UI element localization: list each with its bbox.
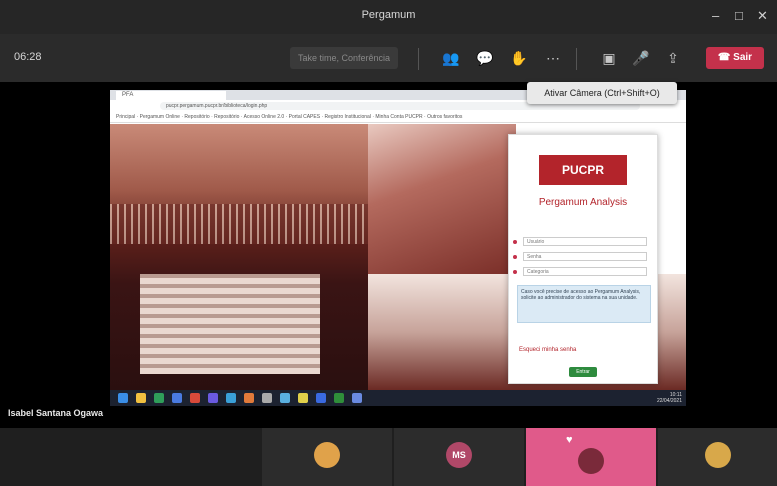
start-icon[interactable] [118,393,128,403]
bookmark-item[interactable]: Acesso Online 2.0 [244,114,285,120]
field-marker-icon [513,240,517,244]
presenter-name: Isabel Santana Ogawa [8,408,104,418]
meeting-timer: 06:28 [14,51,42,63]
campus-building [140,274,320,374]
bookmarks-bar: Principal · Pergamum Online · Repositóri… [110,112,686,123]
info-box: Caso você precise de acesso ao Pergamum … [517,285,651,323]
excel-icon[interactable] [334,393,344,403]
bookmark-item[interactable]: Portal CAPES [289,114,320,120]
reactions-icon[interactable]: ✋ [508,47,530,69]
leave-label: Sair [733,52,753,63]
login-panel: PUCPR Pergamum Analysis Usuário Senha Ca… [508,134,658,384]
close-icon[interactable]: ✕ [757,8,768,24]
taskbar-date: 22/04/2021 [656,398,682,404]
participant-tile[interactable]: MS [394,428,524,486]
password-field[interactable]: Senha [523,252,647,261]
chrome-icon[interactable] [190,393,200,403]
camera-icon[interactable]: ▣ [598,47,620,69]
enter-button[interactable]: Entrar [569,367,597,377]
app-icon[interactable] [262,393,272,403]
app-icon[interactable] [352,393,362,403]
app-icon[interactable] [172,393,182,403]
username-field[interactable]: Usuário [523,237,647,246]
more-icon[interactable]: ⋯ [542,47,564,69]
leave-button[interactable]: ☎ Sair [706,47,764,69]
meeting-toolbar: 06:28 Take time, Conferência 👥 💬 ✋ ⋯ ▣ 🎤… [0,34,777,82]
toolbar-box[interactable]: Take time, Conferência [290,47,398,69]
avatar [578,448,604,474]
city-lights [110,204,368,244]
bookmark-item[interactable]: Repositório [184,114,209,120]
app-icon[interactable] [280,393,290,403]
avatar: MS [446,442,472,468]
minimize-icon[interactable]: – [712,8,719,23]
pucpr-logo: PUCPR [539,155,627,185]
shared-browser-window: PFA pucpr.pergamum.pucpr.br/biblioteca/l… [110,90,686,390]
window-title: Pergamum [361,9,416,21]
teams-icon[interactable] [208,393,218,403]
category-select[interactable]: Categoria [523,267,647,276]
taskbar-clock: 10:11 22/04/2021 [657,392,682,404]
app-icon[interactable] [226,393,236,403]
forgot-password-link[interactable]: Esqueci minha senha [519,347,576,353]
toolbar-divider [576,48,577,70]
share-icon[interactable]: ⇪ [662,47,684,69]
app-icon[interactable] [298,393,308,403]
campus-night-photo [110,124,368,390]
participants-strip: MS ♥ [0,428,777,486]
bookmark-item[interactable]: Registro Institucional [325,114,371,120]
bookmark-item[interactable]: Principal [116,114,135,120]
maximize-icon[interactable]: □ [735,8,743,23]
word-icon[interactable] [316,393,326,403]
avatar [314,442,340,468]
app-name: Pergamum Analysis [538,197,628,208]
avatar [704,442,731,468]
participants-icon[interactable]: 👥 [440,47,462,69]
bookmark-item[interactable]: Outros favoritos [427,114,462,120]
toolbar-divider [418,48,419,70]
app-icon[interactable] [244,393,254,403]
participant-tile[interactable] [262,428,392,486]
explorer-icon[interactable] [136,393,146,403]
bookmark-item[interactable]: Pergamum Online [140,114,180,120]
browser-tab[interactable]: PFA [116,91,226,100]
bookmark-item[interactable]: Minha Conta PUCPR [375,114,422,120]
heart-icon: ♥ [566,434,573,446]
chat-icon[interactable]: 💬 [474,47,496,69]
shared-taskbar: 10:11 22/04/2021 [110,390,686,406]
participant-tile[interactable]: ♥ [526,428,656,486]
bookmark-item[interactable]: Repositório [214,114,239,120]
participant-tile[interactable] [658,428,777,486]
camera-tooltip: Ativar Câmera (Ctrl+Shift+O) [527,82,677,104]
field-marker-icon [513,270,517,274]
field-marker-icon [513,255,517,259]
campus-building-photo [368,124,516,274]
window-titlebar: Pergamum – □ ✕ [0,0,777,34]
mic-icon[interactable]: 🎤 [630,47,652,69]
app-icon[interactable] [154,393,164,403]
